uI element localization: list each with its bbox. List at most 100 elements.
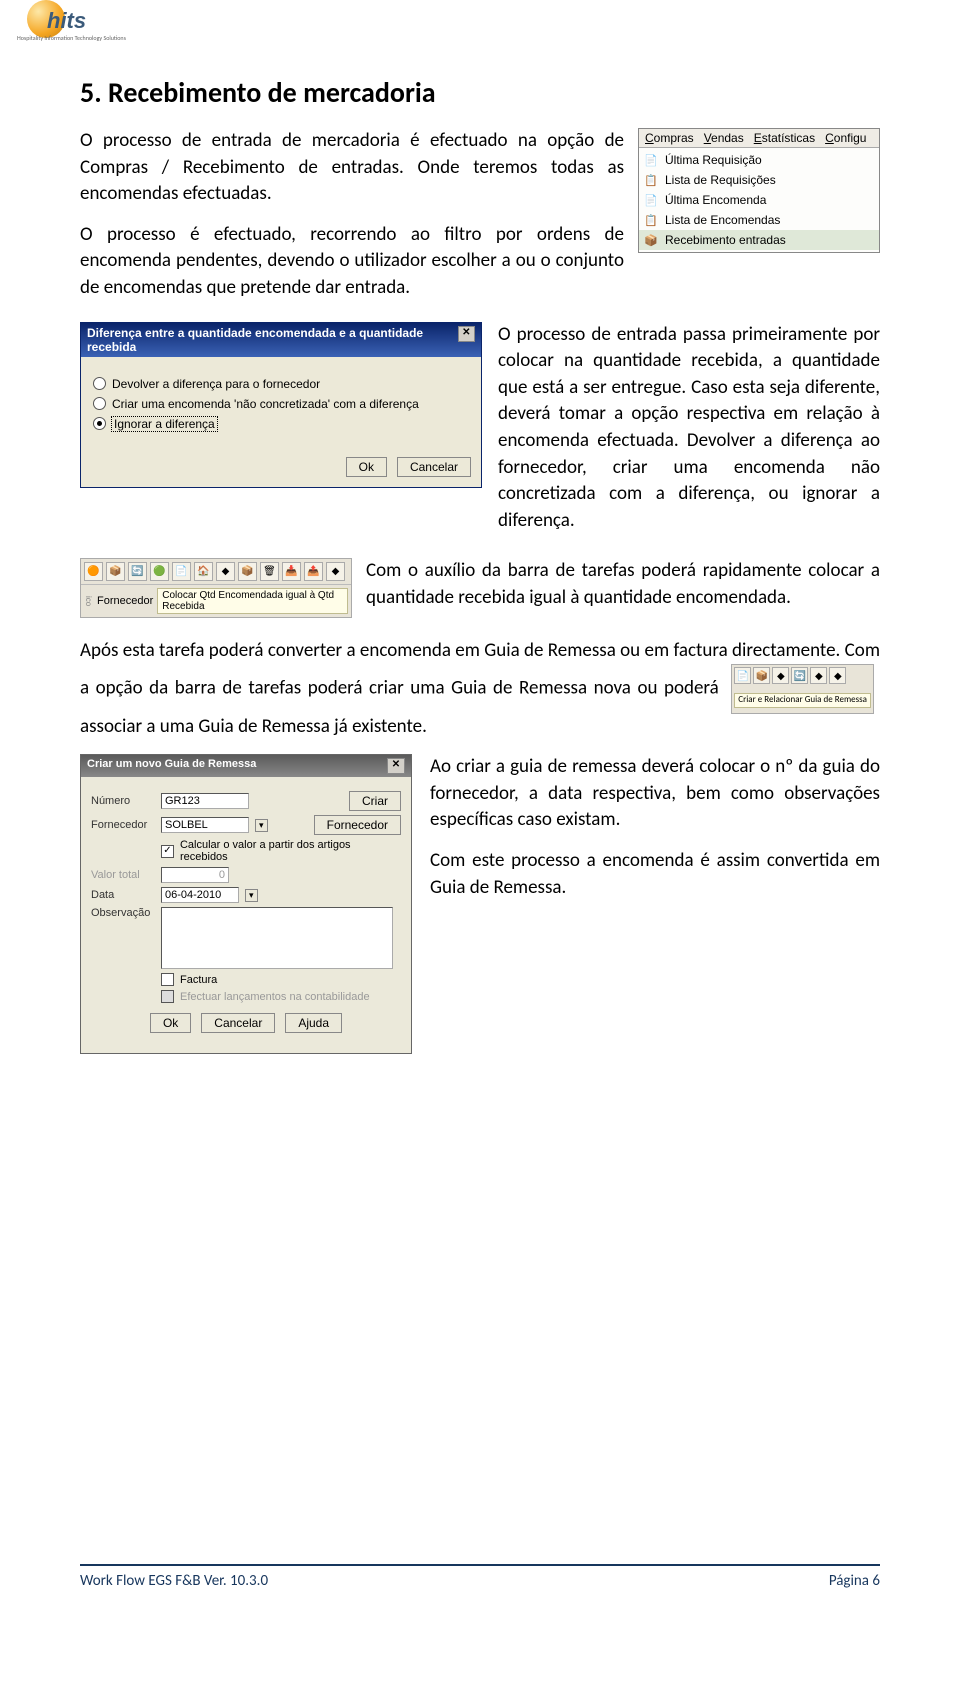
toolbar-status-tooltip: Colocar Qtd Encomendada igual à Qtd Rece…: [157, 588, 348, 614]
section-title: 5. Recebimento de mercadoria: [80, 75, 880, 110]
numero-input[interactable]: [161, 793, 249, 809]
help-button[interactable]: Ajuda: [285, 1013, 342, 1033]
toolbar-icons-row: 🟠 📦 🔄 🟢 📄 🏠 ◆ 📦 🗑 📥 📤 ◆: [81, 559, 351, 585]
dialog-guia-remessa: Criar um novo Guia de Remessa ✕ Número C…: [80, 754, 412, 1054]
dialog-title: Diferença entre a quantidade encomendada…: [87, 326, 458, 354]
menu-tab[interactable]: Compras: [645, 131, 694, 145]
radio-label: Ignorar a diferença: [112, 417, 217, 431]
menu-tab[interactable]: Configu: [825, 131, 866, 145]
toolbar-icon[interactable]: 🏠: [194, 562, 213, 581]
assoc-label: Efectuar lançamentos na contabilidade: [180, 991, 370, 1003]
paragraph-5b: associar a uma Guia de Remessa já existe…: [80, 715, 427, 738]
ok-button[interactable]: Ok: [150, 1013, 191, 1033]
radio-icon: [93, 397, 106, 410]
radio-label: Devolver a diferença para o fornecedor: [112, 377, 320, 391]
toolbar-screenshot-1: 🟠 📦 🔄 🟢 📄 🏠 ◆ 📦 🗑 📥 📤 ◆ ico Fornecedor C…: [80, 558, 352, 618]
fornecedor-button[interactable]: Fornecedor: [314, 815, 401, 835]
menu-item-label: Recebimento entradas: [665, 233, 786, 247]
radio-option[interactable]: Criar uma encomenda 'não concretizada' c…: [93, 397, 469, 411]
package-icon: 📦: [643, 232, 659, 248]
menu-item-label: Última Requisição: [665, 153, 762, 167]
toolbar-icon[interactable]: 📦: [753, 667, 770, 684]
toolbar-icon[interactable]: ◆: [326, 562, 345, 581]
toolbar-icon[interactable]: 🗑: [260, 562, 279, 581]
document-icon: 📄: [643, 152, 659, 168]
toolbar-fornecedor-label: Fornecedor: [97, 595, 153, 607]
radio-icon: [93, 417, 106, 430]
menu-item-label: Última Encomenda: [665, 193, 766, 207]
toolbar-icon[interactable]: ◆: [829, 667, 846, 684]
paragraph-1: O processo de entrada de mercadoria é ef…: [80, 128, 624, 208]
footer-left: Work Flow EGS F&B Ver. 10.3.0: [80, 1572, 268, 1590]
menu-bar: Compras Vendas Estatísticas Configu: [639, 129, 879, 148]
paragraph-5: Após esta tarefa poderá converter a enco…: [80, 638, 880, 741]
fornecedor-input[interactable]: [161, 817, 249, 833]
checkbox-icon[interactable]: [161, 973, 174, 986]
valor-input: [161, 867, 229, 883]
toolbar-icon[interactable]: 🔄: [791, 667, 808, 684]
observacao-textarea[interactable]: [161, 907, 393, 969]
cancel-button[interactable]: Cancelar: [397, 457, 471, 477]
toolbar-tooltip: Criar e Relacionar Guia de Remessa: [734, 693, 871, 708]
toolbar-icon[interactable]: 📤: [304, 562, 323, 581]
toolbar-icon[interactable]: ◆: [216, 562, 235, 581]
menu-tab[interactable]: Vendas: [704, 131, 744, 145]
toolbar-icon[interactable]: 📦: [106, 562, 125, 581]
menu-item[interactable]: 📄 Última Requisição: [639, 150, 879, 170]
toolbar-icon[interactable]: 📄: [172, 562, 191, 581]
document-icon: 📄: [643, 192, 659, 208]
dialog-diferenca: Diferença entre a quantidade encomendada…: [80, 322, 482, 488]
radio-icon: [93, 377, 106, 390]
paragraph-7: Com este processo a encomenda é assim co…: [430, 848, 880, 901]
menu-item[interactable]: 📋 Lista de Requisições: [639, 170, 879, 190]
menu-item-label: Lista de Encomendas: [665, 213, 780, 227]
fornecedor-label: Fornecedor: [91, 819, 155, 831]
toolbar-icon[interactable]: 🟢: [150, 562, 169, 581]
menu-item[interactable]: 📄 Última Encomenda: [639, 190, 879, 210]
list-icon: 📋: [643, 172, 659, 188]
menu-item[interactable]: 📋 Lista de Encomendas: [639, 210, 879, 230]
paragraph-6: Ao criar a guia de remessa deverá coloca…: [430, 754, 880, 834]
dropdown-icon[interactable]: ▾: [255, 819, 268, 832]
logo-tagline: Hospitality Information Technology Solut…: [17, 34, 126, 42]
logo-text: hits: [47, 8, 86, 34]
close-icon[interactable]: ✕: [458, 326, 475, 342]
paragraph-2: O processo é efectuado, recorrendo ao fi…: [80, 222, 624, 302]
toolbar-icon[interactable]: 📥: [282, 562, 301, 581]
valor-label: Valor total: [91, 869, 155, 881]
menu-tab[interactable]: Estatísticas: [754, 131, 815, 145]
toolbar-icon[interactable]: 🟠: [84, 562, 103, 581]
compras-menu-screenshot: Compras Vendas Estatísticas Configu 📄 Úl…: [638, 128, 880, 253]
toolbar-icon[interactable]: ◆: [810, 667, 827, 684]
cancel-button[interactable]: Cancelar: [201, 1013, 275, 1033]
toolbar-screenshot-2: 📄 📦 ◆ 🔄 ◆ ◆ Criar e Relacionar Guia de R…: [731, 664, 874, 714]
toolbar-icon[interactable]: ◆: [772, 667, 789, 684]
data-label: Data: [91, 889, 155, 901]
side-label: ico: [84, 596, 93, 606]
dropdown-icon[interactable]: ▾: [245, 889, 258, 902]
footer-right: Página 6: [829, 1572, 880, 1590]
close-icon[interactable]: ✕: [387, 758, 405, 774]
checkbox-icon: [161, 990, 174, 1003]
radio-option[interactable]: Ignorar a diferença: [93, 417, 469, 431]
menu-item-selected[interactable]: 📦 Recebimento entradas: [639, 230, 879, 250]
criar-button[interactable]: Criar: [349, 791, 401, 811]
calcular-label: Calcular o valor a partir dos artigos re…: [180, 839, 401, 863]
dialog-title: Criar um novo Guia de Remessa: [87, 758, 256, 774]
radio-label: Criar uma encomenda 'não concretizada' c…: [112, 397, 419, 411]
checkbox-icon[interactable]: ✓: [161, 845, 174, 858]
logo: hits Hospitality Information Technology …: [15, 0, 95, 55]
ok-button[interactable]: Ok: [346, 457, 387, 477]
toolbar-icon[interactable]: 📄: [734, 667, 751, 684]
paragraph-4: Com o auxílio da barra de tarefas poderá…: [366, 558, 880, 611]
toolbar-icon[interactable]: 📦: [238, 562, 257, 581]
menu-item-label: Lista de Requisições: [665, 173, 776, 187]
data-input[interactable]: [161, 887, 239, 903]
factura-label: Factura: [180, 974, 217, 986]
observacao-label: Observação: [91, 907, 155, 919]
list-icon: 📋: [643, 212, 659, 228]
toolbar-icon[interactable]: 🔄: [128, 562, 147, 581]
radio-option[interactable]: Devolver a diferença para o fornecedor: [93, 377, 469, 391]
numero-label: Número: [91, 795, 155, 807]
paragraph-3: O processo de entrada passa primeirament…: [498, 322, 880, 535]
